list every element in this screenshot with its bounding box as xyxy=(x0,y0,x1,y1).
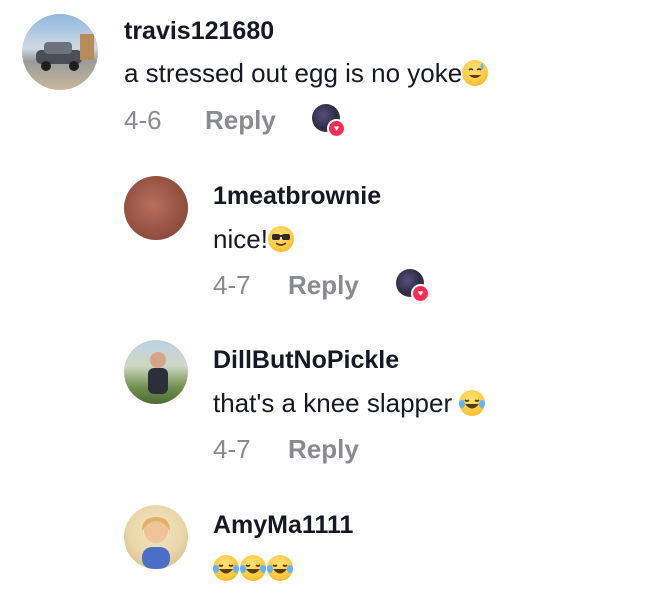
heart-icon: ♥ xyxy=(327,119,346,138)
avatar[interactable] xyxy=(124,505,188,569)
person-avatar-image xyxy=(142,517,170,569)
comment-date: 4-6 xyxy=(124,105,162,135)
comment-text-content: that's a knee slapper xyxy=(213,388,453,418)
comment-text-content: nice! xyxy=(213,224,268,254)
reply-button[interactable]: Reply xyxy=(205,105,276,136)
comment-date: 4-7 xyxy=(213,270,251,300)
tears-of-joy-emoji-icon xyxy=(459,390,486,416)
comment-text-content: a stressed out egg is no yoke xyxy=(124,58,463,88)
tears-of-joy-emoji-icon xyxy=(213,555,239,581)
creator-liked-badge: ♥ xyxy=(312,104,346,138)
tears-of-joy-emoji-icon xyxy=(267,555,293,581)
creator-liked-badge: ♥ xyxy=(396,269,430,303)
comment-text: a stressed out egg is no yoke xyxy=(124,58,489,89)
reply-button[interactable]: Reply xyxy=(288,434,359,465)
comment-text: nice! xyxy=(213,224,294,255)
sunglasses-emoji-icon xyxy=(267,226,294,252)
comment-username[interactable]: travis121680 xyxy=(124,17,274,46)
person-avatar-image xyxy=(148,352,168,394)
sweat-smile-emoji-icon xyxy=(462,60,489,86)
avatar[interactable] xyxy=(124,176,188,240)
car-avatar-image xyxy=(36,34,94,71)
comment-username[interactable]: AmyMa1111 xyxy=(213,511,353,540)
heart-icon: ♥ xyxy=(411,284,430,303)
reply-button[interactable]: Reply xyxy=(288,270,359,301)
avatar[interactable] xyxy=(124,340,188,404)
comment-text: that's a knee slapper xyxy=(213,388,486,419)
comment-date: 4-7 xyxy=(213,434,251,464)
comment-username[interactable]: DillButNoPickle xyxy=(213,346,399,375)
avatar[interactable] xyxy=(22,14,98,90)
comment-text xyxy=(213,553,293,584)
tears-of-joy-emoji-icon xyxy=(240,555,266,581)
comment-username[interactable]: 1meatbrownie xyxy=(213,182,381,211)
